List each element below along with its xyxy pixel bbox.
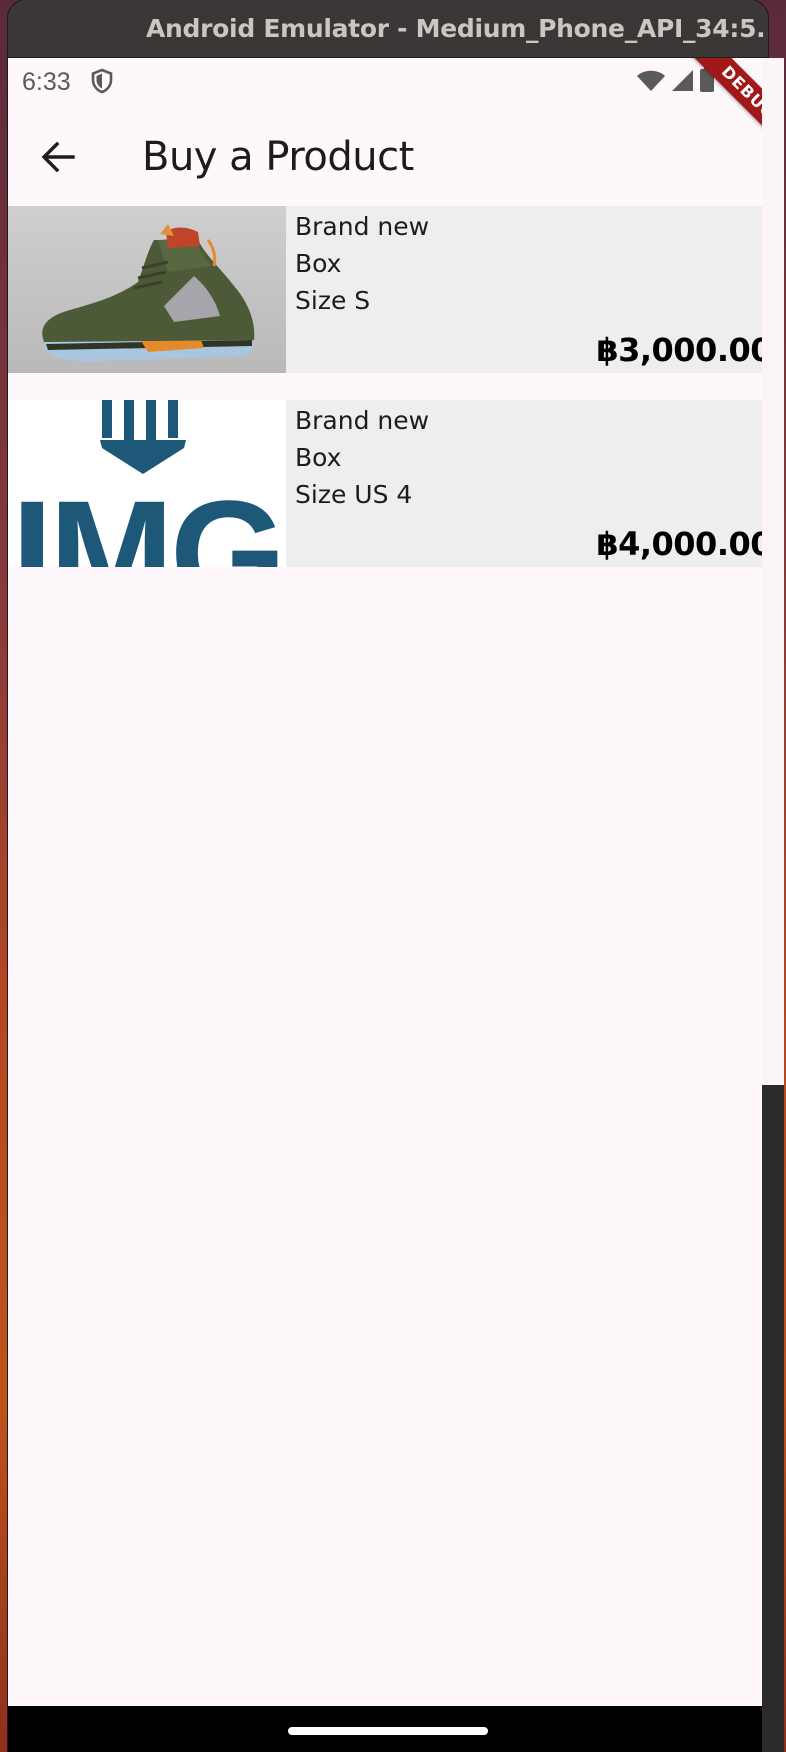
status-time: 6:33 <box>22 68 71 96</box>
home-gesture-bar[interactable] <box>288 1727 488 1735</box>
back-button[interactable] <box>32 131 84 183</box>
signal-icon <box>672 70 693 91</box>
product-info: Brand new Box Size S ฿3,000.00 <box>286 206 768 373</box>
img-logo-text: IMG <box>11 469 282 567</box>
window-titlebar[interactable]: Android Emulator - Medium_Phone_API_34:5… <box>8 0 768 58</box>
product-condition: Brand new <box>295 212 430 241</box>
sneaker-image <box>8 206 286 373</box>
product-price: ฿3,000.00 <box>596 331 768 369</box>
product-packaging: Box <box>295 443 342 472</box>
product-condition: Brand new <box>295 406 430 435</box>
window-title: Android Emulator - Medium_Phone_API_34:5… <box>146 14 768 43</box>
product-card[interactable]: Brand new Box Size S ฿3,000.00 <box>8 206 768 373</box>
product-packaging: Box <box>295 249 342 278</box>
product-price: ฿4,000.00 <box>596 525 768 563</box>
adjacent-window-edge <box>762 58 784 1085</box>
product-size: Size US 4 <box>295 480 413 509</box>
phone-screen: 6:33 DEBUG Buy a Product Brand new Box S… <box>8 58 768 1706</box>
product-info: Brand new Box Size US 4 ฿4,000.00 <box>286 400 768 567</box>
status-bar: 6:33 DEBUG <box>8 58 768 163</box>
img-placeholder-image: IMG <box>8 400 286 567</box>
product-card[interactable]: IMG Brand new Box Size US 4 ฿4,000.00 <box>8 400 768 567</box>
page-title: Buy a Product <box>142 134 414 180</box>
product-size: Size S <box>295 286 371 315</box>
adjacent-window-edge-dark <box>762 1085 784 1752</box>
arrow-left-icon <box>41 142 75 172</box>
shield-icon <box>91 68 113 94</box>
wifi-icon <box>637 70 665 91</box>
product-list: Brand new Box Size S ฿3,000.00 IMG Brand… <box>8 206 768 594</box>
app-bar: Buy a Product <box>8 106 768 208</box>
emulator-window: Android Emulator - Medium_Phone_API_34:5… <box>8 0 768 1752</box>
